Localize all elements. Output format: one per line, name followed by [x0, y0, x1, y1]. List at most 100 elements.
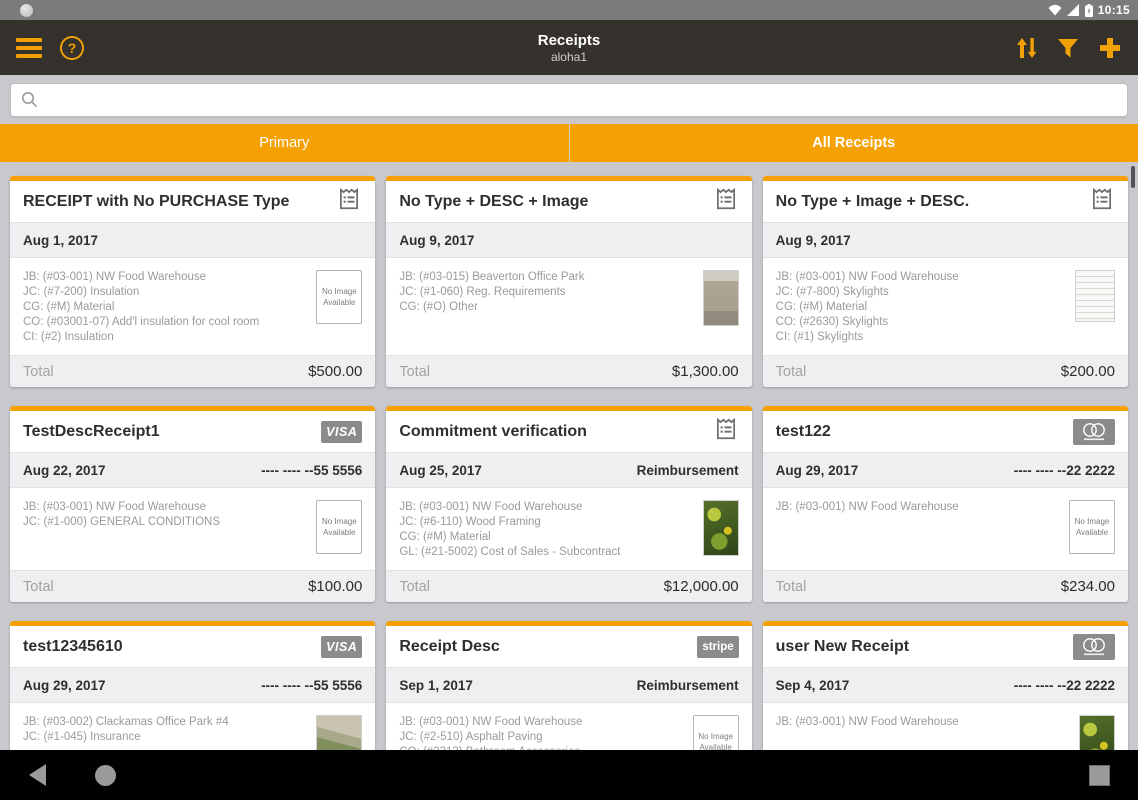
card-header: RECEIPT with No PURCHASE Type: [10, 181, 375, 222]
detail-line: JC: (#7-200) Insulation: [23, 286, 140, 298]
receipt-total-row: Total $100.00: [10, 570, 376, 602]
filter-button[interactable]: [1054, 34, 1082, 62]
menu-button[interactable]: [14, 36, 44, 60]
receipt-card[interactable]: test122 Aug 29, 2017 ---- ---- --22 2222 JB…: [762, 406, 1128, 602]
receipt-card[interactable]: No Type + Image + DESC. Aug 9, 2017 JB: (#…: [762, 176, 1128, 387]
card-header: test12345610 VISA: [10, 626, 375, 667]
receipt-grid: RECEIPT with No PURCHASE Type Aug 1, 2017…: [0, 162, 1138, 750]
wifi-icon: [1048, 4, 1062, 16]
total-amount: $1,300.00: [671, 363, 739, 380]
home-button[interactable]: [80, 750, 130, 800]
visa-badge: VISA: [321, 420, 363, 443]
visa-badge: VISA: [321, 635, 363, 658]
photo-thumbnail: [316, 715, 363, 750]
detail-lines: JB: (#03-001) NW Food Warehouse JC: (#1-0…: [23, 500, 228, 560]
detail-lines: JB: (#03-001) NW Food Warehouse: [776, 715, 967, 750]
receipt-card[interactable]: user New Receipt Sep 4, 2017 ---- ---- --2…: [762, 621, 1128, 750]
detail-line: CG: (#O) Other: [399, 301, 478, 313]
total-label: Total: [399, 363, 430, 380]
help-button[interactable]: ?: [58, 34, 86, 62]
receipt-title: user New Receipt: [775, 637, 910, 655]
status-bar: 10:15: [0, 0, 1138, 20]
receipt-date: Aug 9, 2017: [775, 232, 851, 248]
receipt-date: Sep 1, 2017: [399, 677, 473, 693]
receipt-total-row: Total $200.00: [762, 355, 1128, 387]
receipt-card[interactable]: test12345610 VISA Aug 29, 2017 ---- ---- --…: [10, 621, 376, 750]
receipt-card[interactable]: No Type + DESC + Image Aug 9, 2017 JB: (#0…: [386, 176, 752, 387]
receipt-title: test122: [775, 422, 831, 440]
receipt-date-row: Sep 1, 2017 Reimbursement: [386, 667, 752, 703]
receipt-title: Receipt Desc: [399, 637, 500, 655]
tab-all-receipts[interactable]: All Receipts: [568, 124, 1138, 162]
card-header: No Type + Image + DESC.: [763, 181, 1128, 222]
detail-lines: JB: (#03-002) Clackamas Office Park #4 JC…: [23, 715, 237, 750]
receipt-total-row: Total $12,000.00: [386, 570, 752, 602]
receipt-date-row: Sep 4, 2017 ---- ---- --22 2222: [762, 667, 1128, 703]
receipt-total-row: Total $234.00: [762, 570, 1128, 602]
total-label: Total: [23, 578, 54, 595]
search-input[interactable]: [46, 91, 1117, 108]
receipt-title: test12345610: [23, 637, 123, 655]
detail-line: JC: (#7-800) Skylights: [775, 286, 889, 298]
detail-line: JB: (#03-001) NW Food Warehouse: [399, 501, 583, 513]
detail-line: JB: (#03-001) NW Food Warehouse: [399, 716, 583, 728]
back-button[interactable]: [12, 750, 62, 800]
photo-thumbnail: [1079, 715, 1115, 750]
total-label: Total: [775, 363, 807, 380]
android-nav-bar: [0, 750, 1138, 800]
detail-line: JC: (#1-000) GENERAL CONDITIONS: [23, 516, 221, 528]
total-label: Total: [399, 578, 430, 595]
detail-line: CO: (#2630) Skylights: [775, 316, 889, 328]
receipt-card[interactable]: Receipt Desc stripe Sep 1, 2017 Reimburseme…: [386, 621, 752, 750]
receipt-date: Aug 29, 2017: [23, 677, 106, 693]
detail-lines: JB: (#03-015) Beaverton Office Park JC: (…: [399, 270, 592, 345]
detail-line: GL: (#21-5002) Cost of Sales - Subcontra…: [399, 546, 621, 558]
add-receipt-button[interactable]: [1096, 34, 1124, 62]
cellular-signal-icon: [1066, 4, 1079, 16]
search-icon: [22, 92, 38, 108]
card-header: No Type + DESC + Image: [386, 181, 751, 222]
receipt-total-row: Total $1,300.00: [386, 355, 752, 387]
receipt-details: JB: (#03-015) Beaverton Office Park JC: (…: [386, 258, 751, 355]
sort-button[interactable]: [1012, 33, 1040, 63]
receipt-icon: [713, 416, 739, 447]
detail-lines: JB: (#03-001) NW Food Warehouse JC: (#2-5…: [399, 715, 590, 750]
detail-lines: JB: (#03-001) NW Food Warehouse JC: (#6-1…: [399, 500, 628, 560]
status-system-icons: 10:15: [1048, 3, 1130, 17]
card-header: TestDescReceipt1 VISA: [10, 411, 375, 452]
receipt-details: JB: (#03-001) NW Food Warehouse JC: (#6-1…: [386, 488, 751, 570]
receipt-details: JB: (#03-001) NW Food Warehouse: [763, 703, 1128, 750]
scrollbar[interactable]: [1131, 166, 1135, 188]
receipt-date-meta: ---- ---- --22 2222: [1013, 462, 1115, 478]
card-header: test122: [763, 411, 1128, 452]
card-header: Commitment verification: [386, 411, 751, 452]
detail-lines: JB: (#03-001) NW Food Warehouse JC: (#7-8…: [776, 270, 967, 345]
mastercard-badge: [1073, 418, 1115, 445]
receipt-details: JB: (#03-001) NW Food Warehouse JC: (#1-0…: [10, 488, 375, 570]
search-box[interactable]: [10, 82, 1128, 117]
receipt-card[interactable]: RECEIPT with No PURCHASE Type Aug 1, 2017…: [10, 176, 376, 387]
receipt-date-row: Aug 1, 2017: [10, 222, 376, 258]
receipt-date-meta: Reimbursement: [636, 462, 739, 478]
detail-line: CI: (#2) Insulation: [23, 331, 114, 343]
receipt-details: JB: (#03-001) NW Food Warehouse JC: (#7-2…: [10, 258, 375, 355]
receipt-photo-thumbnail: [702, 270, 739, 326]
recents-button[interactable]: [1074, 750, 1124, 800]
receipt-details: JB: (#03-001) NW Food Warehouse No Image …: [763, 488, 1128, 570]
detail-lines: JB: (#03-001) NW Food Warehouse: [776, 500, 967, 560]
visa-badge-label: VISA: [326, 424, 358, 439]
receipt-details: JB: (#03-001) NW Food Warehouse JC: (#7-8…: [763, 258, 1128, 355]
receipt-title: TestDescReceipt1: [23, 422, 160, 440]
no-image-placeholder: No Image Available: [1069, 500, 1115, 554]
status-notification-area: [8, 3, 33, 17]
receipt-title: RECEIPT with No PURCHASE Type: [23, 192, 290, 210]
receipt-card[interactable]: TestDescReceipt1 VISA Aug 22, 2017 ---- ---…: [10, 406, 376, 602]
receipt-title: No Type + DESC + Image: [399, 192, 589, 210]
detail-line: JB: (#03-001) NW Food Warehouse: [23, 501, 207, 513]
tab-primary[interactable]: Primary: [0, 124, 569, 162]
receipt-card[interactable]: Commitment verification Aug 25, 2017 Reimb…: [386, 406, 752, 602]
receipt-list-area: RECEIPT with No PURCHASE Type Aug 1, 2017…: [0, 162, 1138, 750]
receipt-date: Sep 4, 2017: [775, 677, 850, 693]
back-icon: [28, 764, 46, 786]
receipt-date-row: Aug 22, 2017 ---- ---- --55 5556: [10, 452, 376, 488]
